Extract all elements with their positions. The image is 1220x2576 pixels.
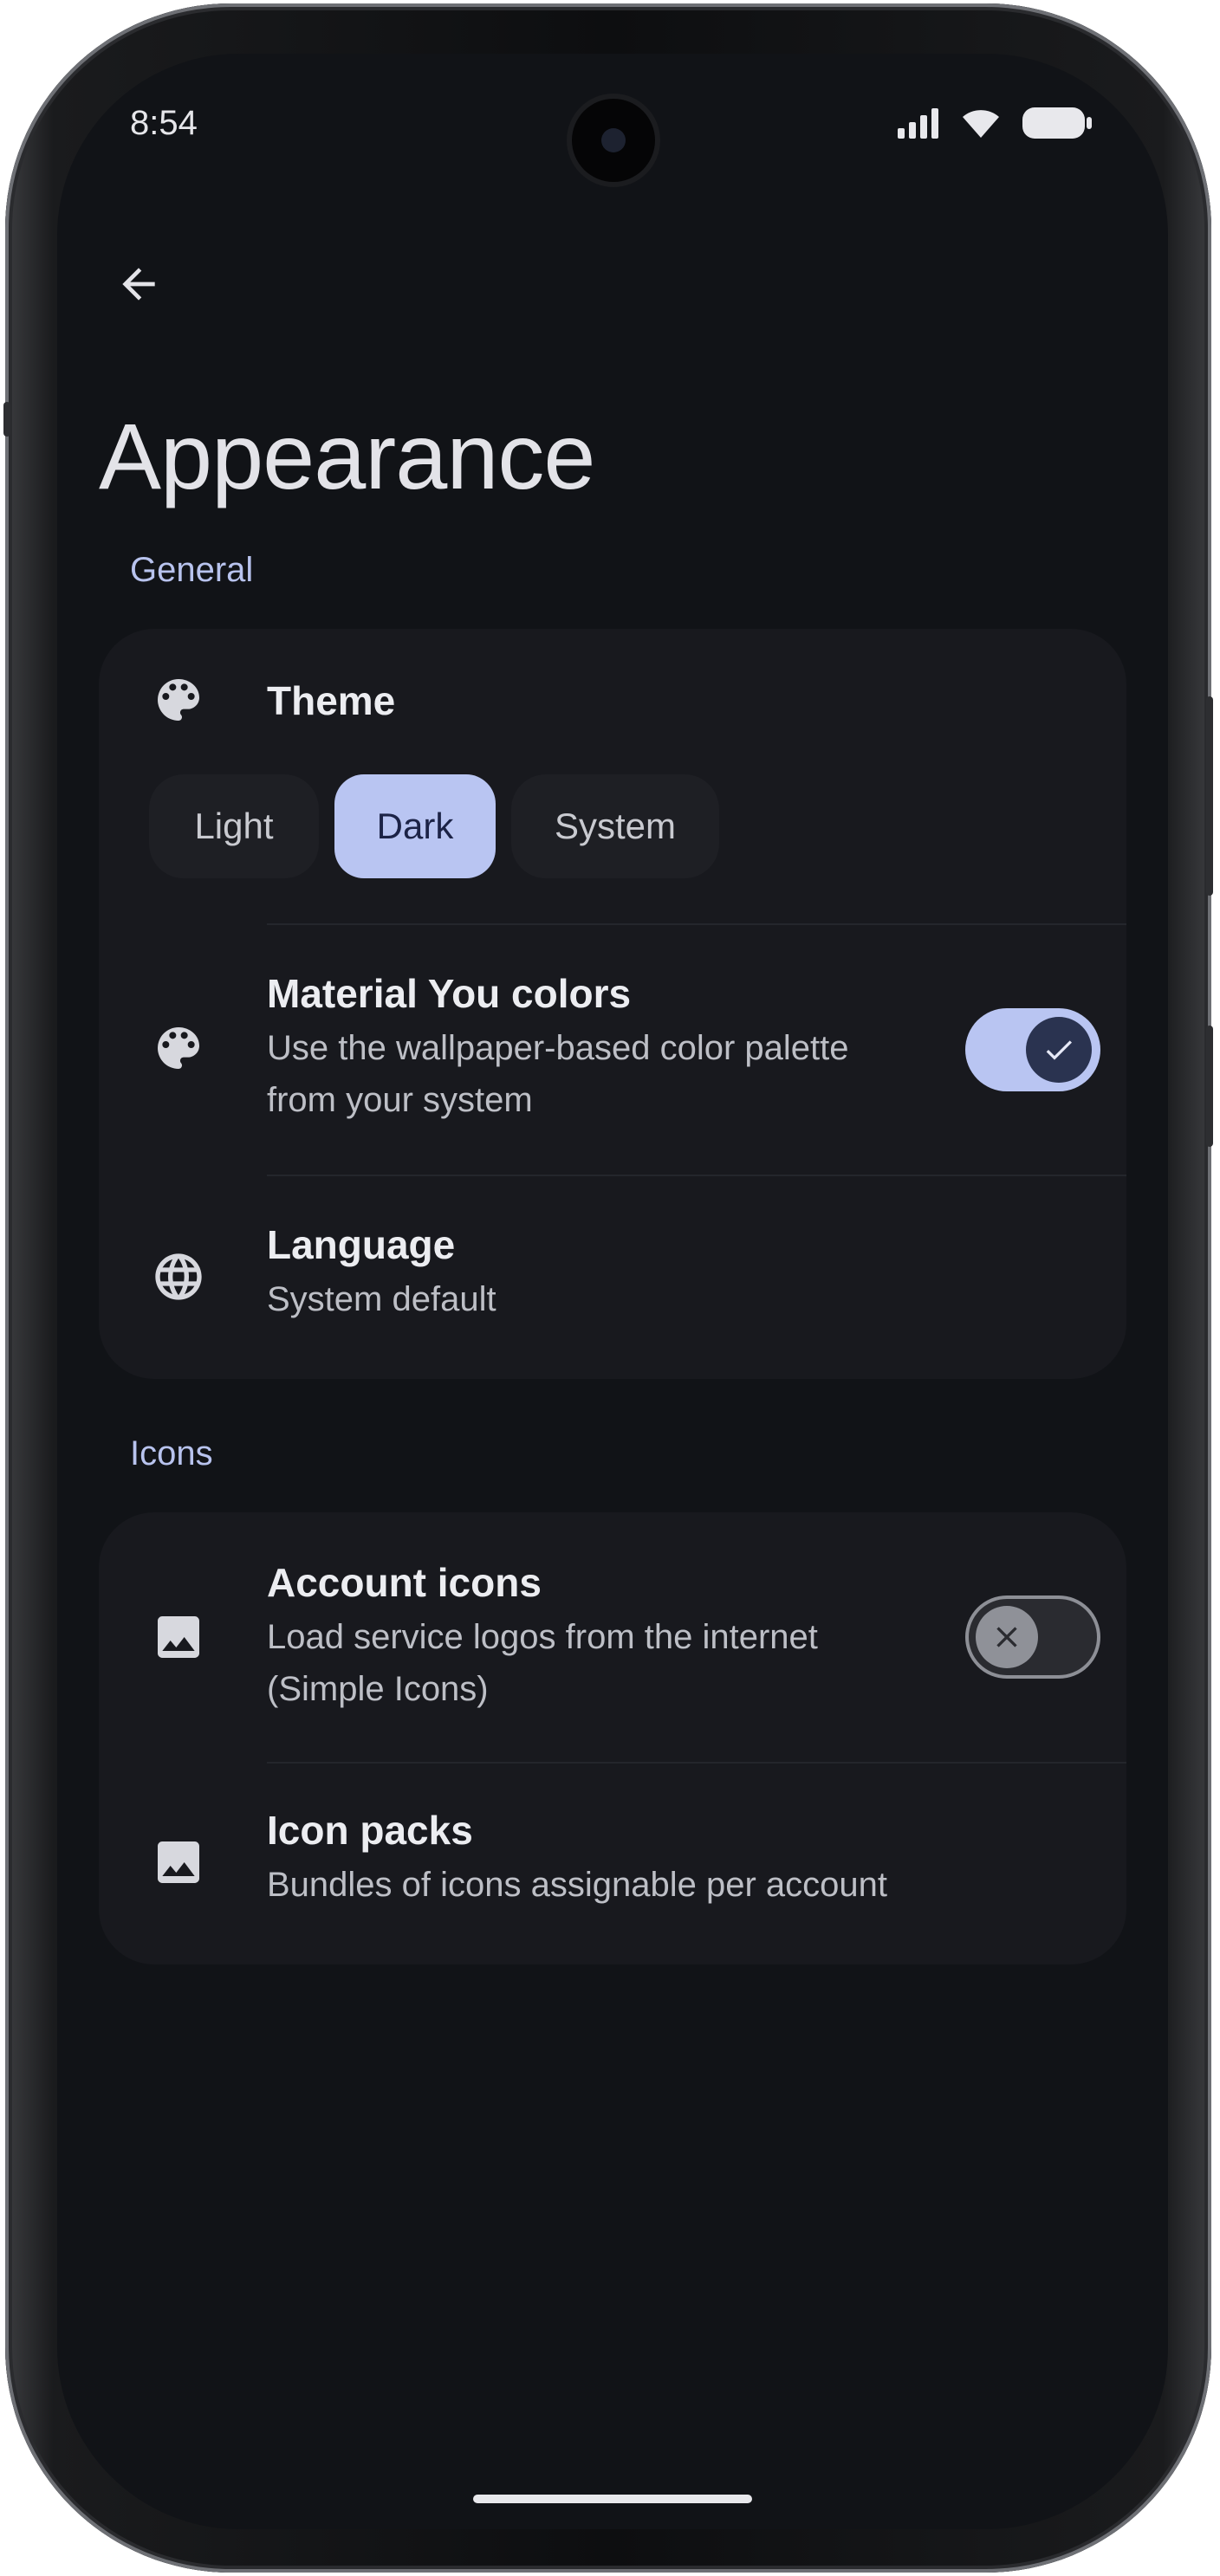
theme-title: Theme	[267, 678, 396, 723]
phone-frame: 8:54 Appearance General Theme Light Dark…	[3, 3, 1213, 2573]
account-icons-row[interactable]: Account icons Load service logos from th…	[99, 1512, 1126, 1762]
check-icon	[1046, 1040, 1072, 1060]
section-label-icons: Icons	[130, 1434, 213, 1472]
icon-packs-title: Icon packs	[267, 1808, 473, 1853]
side-button	[1206, 1026, 1213, 1147]
account-icons-toggle[interactable]	[965, 1595, 1100, 1679]
account-icons-subtitle-line1: Load service logos from the internet	[267, 1618, 818, 1656]
language-title: Language	[267, 1222, 456, 1267]
theme-option-dark[interactable]: Dark	[334, 774, 496, 878]
close-icon	[996, 1627, 1017, 1647]
material-you-title: Material You colors	[267, 971, 632, 1016]
wifi-icon	[963, 110, 999, 138]
section-label-general: General	[130, 551, 254, 589]
icons-card: Account icons Load service logos from th…	[99, 1512, 1126, 1964]
side-button	[3, 402, 10, 437]
material-you-toggle[interactable]	[965, 1008, 1100, 1091]
theme-row: Theme Light Dark System	[99, 629, 1126, 915]
battery-icon	[1022, 107, 1092, 139]
status-bar: 8:54	[57, 54, 1168, 201]
home-indicator[interactable]	[473, 2495, 752, 2503]
toggle-knob	[1026, 1017, 1092, 1083]
language-row[interactable]: Language System default	[99, 1176, 1126, 1379]
material-you-subtitle-line2: from your system	[267, 1081, 533, 1119]
back-button[interactable]	[95, 241, 182, 327]
palette-icon	[151, 672, 206, 728]
toggle-knob	[976, 1606, 1038, 1668]
material-you-subtitle-line1: Use the wallpaper-based color palette	[267, 1029, 849, 1067]
language-value: System default	[267, 1280, 496, 1318]
icon-packs-row[interactable]: Icon packs Bundles of icons assignable p…	[99, 1764, 1126, 1964]
image-icon	[151, 1609, 206, 1665]
general-card: Theme Light Dark System Material You col…	[99, 629, 1126, 1379]
globe-icon	[151, 1249, 206, 1304]
material-you-row[interactable]: Material You colors Use the wallpaper-ba…	[99, 925, 1126, 1173]
account-icons-subtitle-line2: (Simple Icons)	[267, 1670, 489, 1708]
image-icon	[151, 1835, 206, 1890]
account-icons-title: Account icons	[267, 1560, 542, 1605]
status-icons	[896, 106, 1093, 140]
screen: 8:54 Appearance General Theme Light Dark…	[57, 54, 1168, 2529]
signal-icon	[898, 108, 938, 139]
palette-icon	[151, 1020, 206, 1076]
theme-option-system[interactable]: System	[511, 774, 719, 878]
side-button	[1206, 696, 1213, 896]
page-title: Appearance	[99, 404, 595, 508]
icon-packs-subtitle: Bundles of icons assignable per account	[267, 1866, 888, 1904]
status-time: 8:54	[130, 104, 198, 142]
theme-option-light[interactable]: Light	[149, 774, 319, 878]
front-camera	[572, 99, 655, 182]
back-arrow-icon	[122, 268, 155, 301]
